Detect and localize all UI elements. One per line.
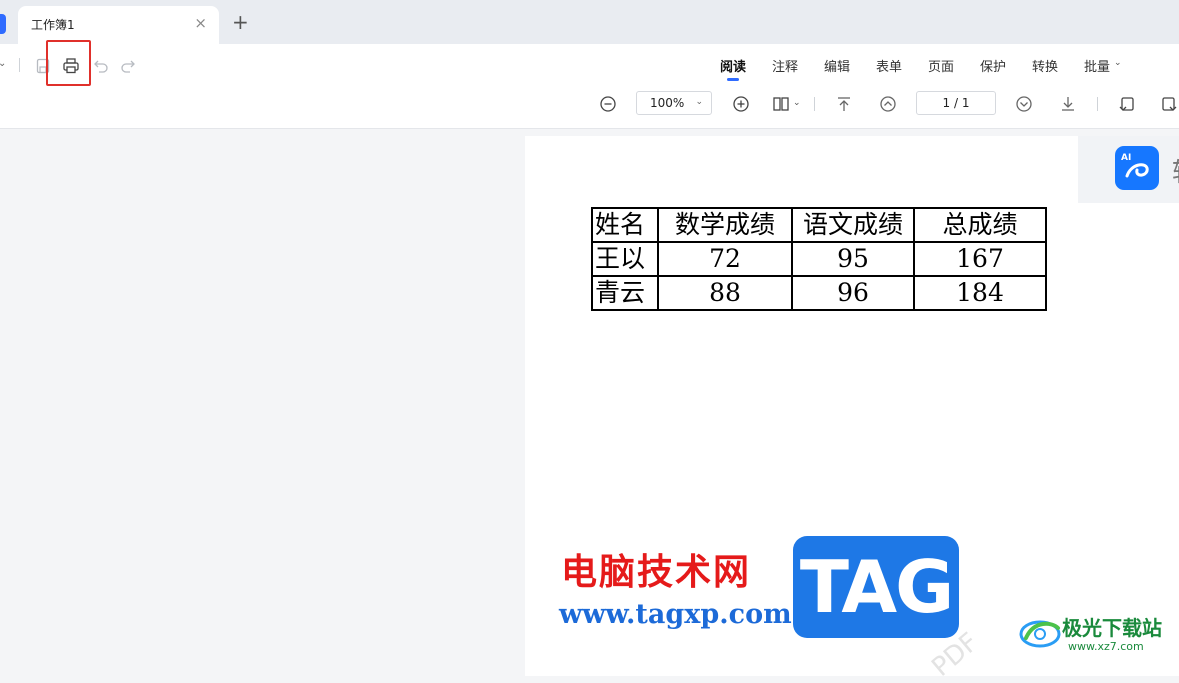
watermark-site2-name: 极光下载站 [1062,616,1162,640]
table-row: 青云 88 96 184 [591,275,1047,311]
tab-read[interactable]: 阅读 [720,56,746,81]
previous-page-icon[interactable] [879,95,897,113]
tab-protect[interactable]: 保护 [980,56,1006,75]
table-cell: 王以 [591,241,659,277]
table-cell: 184 [913,275,1047,311]
close-icon[interactable]: × [194,14,207,32]
toolbar-divider [814,97,815,111]
redo-icon[interactable] [119,57,137,75]
table-header-cell: 姓名 [591,207,659,243]
last-page-icon[interactable] [1059,95,1077,113]
next-page-icon[interactable] [1015,95,1033,113]
undo-icon[interactable] [92,57,110,75]
tab-title: 工作簿1 [31,18,75,32]
watermark-site2-url: www.xz7.com [1068,640,1144,653]
app-logo-icon[interactable] [0,14,6,34]
tab-form[interactable]: 表单 [876,56,902,75]
table-cell: 167 [913,241,1047,277]
add-tab-icon[interactable]: + [232,11,249,33]
chevron-down-icon[interactable]: ⌄ [793,98,801,108]
page-layout-icon[interactable] [772,95,790,113]
table-row: 王以 72 95 167 [591,241,1047,277]
rotate-right-icon[interactable] [1160,95,1178,113]
table-header-row: 姓名 数学成绩 语文成绩 总成绩 [591,207,1047,243]
tab-workbook[interactable]: 工作簿1 × [18,6,219,44]
table-cell: 青云 [591,275,659,311]
page-number-text: 1 / 1 [942,96,970,110]
ai-panel-label: 转 [1172,152,1179,189]
table-header-cell: 总成绩 [913,207,1047,243]
svg-text:AI: AI [1121,153,1131,163]
tab-convert[interactable]: 转换 [1032,56,1058,75]
zoom-out-icon[interactable] [599,95,617,113]
chevron-down-icon[interactable]: ⌄ [1114,58,1122,68]
rotate-left-icon[interactable] [1118,95,1136,113]
tab-edit[interactable]: 编辑 [824,56,850,75]
watermark-tag-logo: TAG [793,536,959,638]
table-header-cell: 语文成绩 [791,207,915,243]
table-cell: 96 [791,275,915,311]
zoom-in-icon[interactable] [732,95,750,113]
table-header-cell: 数学成绩 [657,207,793,243]
toolbar: ⌄ 阅读 注释 编辑 表单 页面 保护 转换 批量 ⌄ 100% ⌄ ⌄ 1 /… [0,40,1179,129]
table-cell: 95 [791,241,915,277]
toolbar-divider [1097,97,1098,111]
tab-bar: 工作簿1 × + [0,0,1179,44]
print-highlight-box [46,40,91,86]
tab-batch[interactable]: 批量 [1084,56,1110,75]
first-page-icon[interactable] [835,95,853,113]
chevron-down-icon[interactable]: ⌄ [0,58,6,69]
toolbar-divider [19,58,20,72]
zoom-select[interactable]: 100% ⌄ [636,91,712,115]
aurora-logo-icon [1019,620,1061,648]
tab-annotate[interactable]: 注释 [772,56,798,75]
table-cell: 72 [657,241,793,277]
ai-assistant-icon[interactable]: AI [1115,146,1159,190]
ai-assistant-panel[interactable]: AI 转 [1078,136,1179,203]
table-cell: 88 [657,275,793,311]
zoom-value: 100% [650,96,685,110]
score-table: 姓名 数学成绩 语文成绩 总成绩 王以 72 95 167 青云 88 96 1… [591,207,1047,311]
tab-page[interactable]: 页面 [928,56,954,75]
page-number-input[interactable]: 1 / 1 [916,91,996,115]
watermark-site-url: www.tagxp.com [559,599,792,630]
watermark-site-name: 电脑技术网 [561,552,752,593]
chevron-down-icon: ⌄ [695,97,703,107]
